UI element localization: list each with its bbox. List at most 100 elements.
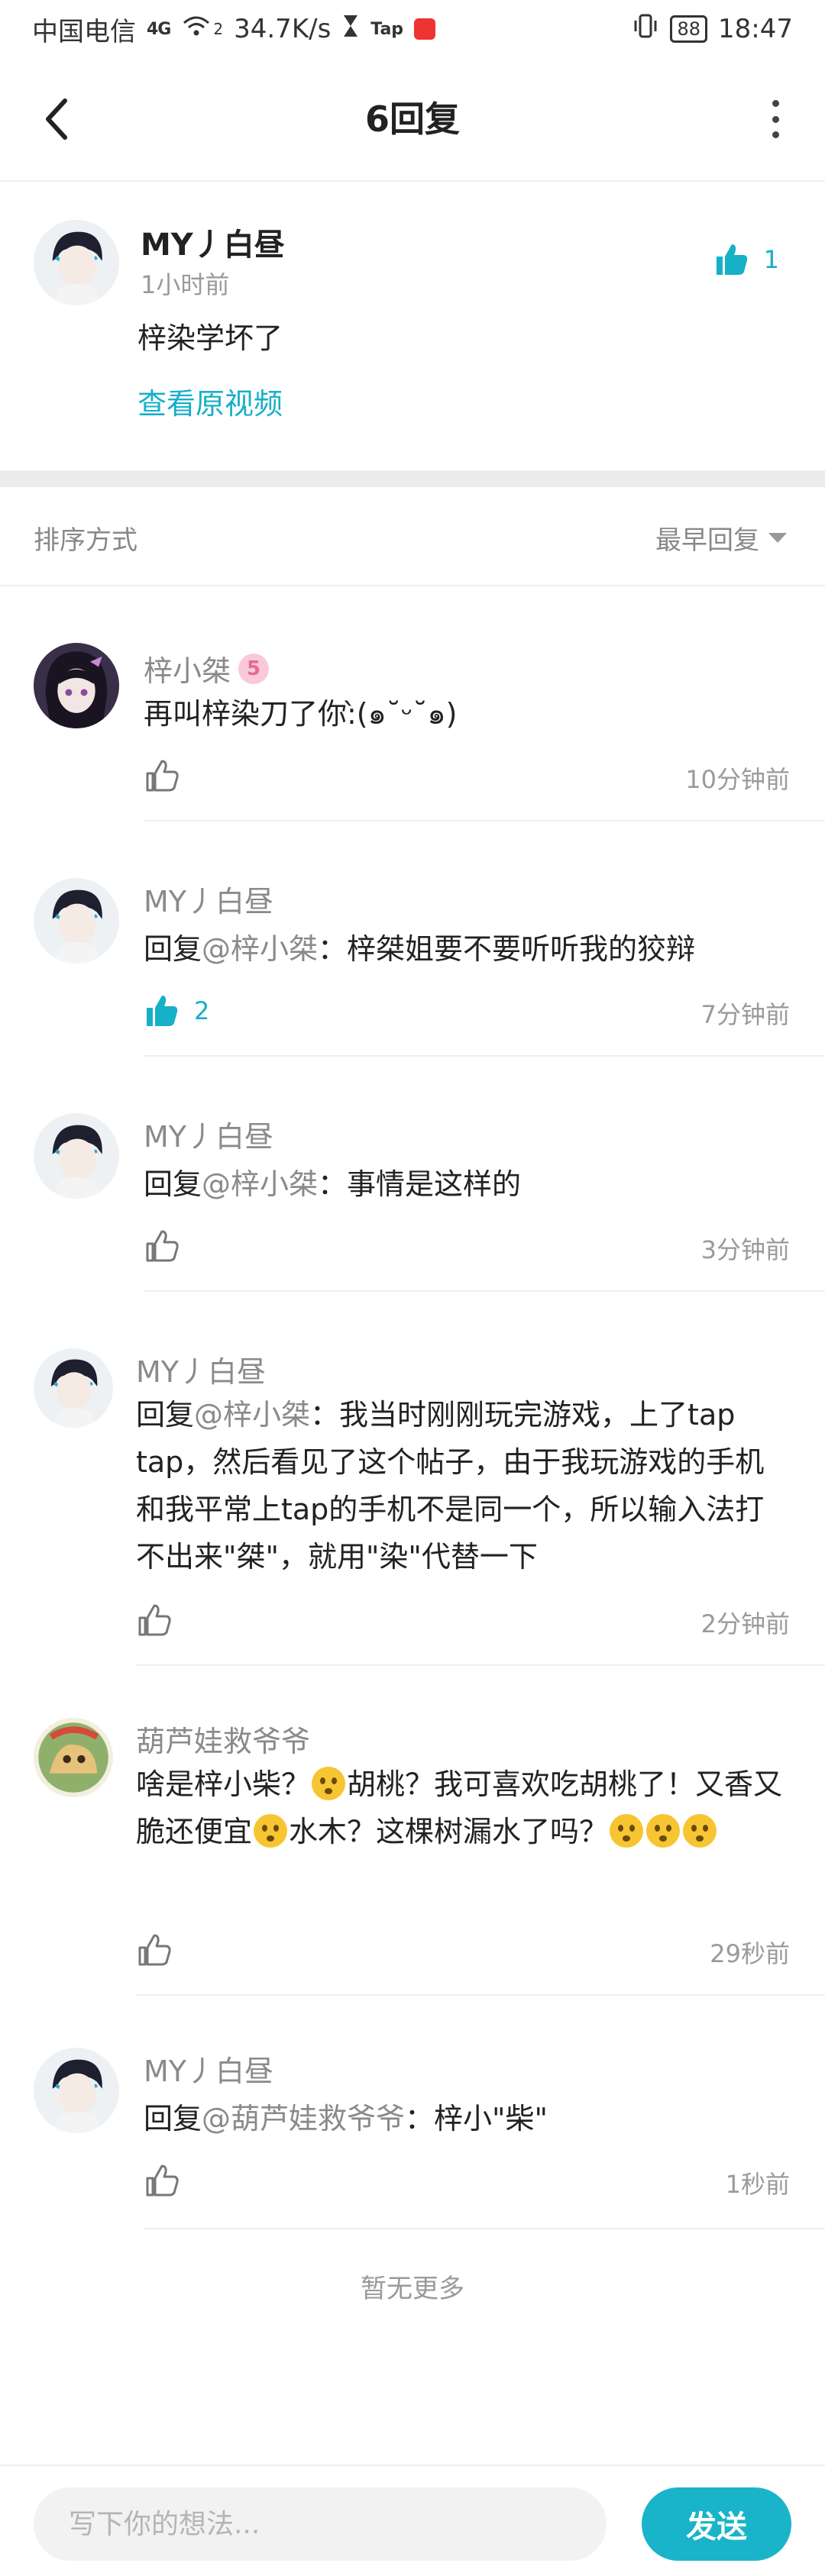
sort-value: 最早回复 xyxy=(655,525,759,556)
sort-label: 排序方式 xyxy=(34,525,138,556)
avatar[interactable] xyxy=(34,1718,113,1797)
reply-prefix: 回复 xyxy=(144,1167,202,1201)
like-button[interactable] xyxy=(144,757,180,794)
comment-text: 梓染学坏了 xyxy=(138,321,283,355)
kissing-face-icon xyxy=(683,1814,717,1848)
reply-item: MY丿白昼 回复@梓小桀：梓桀姐要不要听听我的狡辩 2 7分钟前 xyxy=(0,878,825,1057)
reply-content: 梓桀姐要不要听听我的狡辩 xyxy=(347,932,696,966)
vibrate-icon xyxy=(632,13,659,46)
thumbs-up-icon xyxy=(146,2164,179,2197)
avatar-anime-girl-icon xyxy=(34,643,119,728)
reply-time: 1秒前 xyxy=(725,2170,790,2199)
divider xyxy=(136,1664,825,1666)
divider xyxy=(144,820,825,822)
author-name[interactable]: MY丿白昼 xyxy=(141,220,285,264)
reply-separator: ： xyxy=(310,1398,340,1432)
avatar-cartoon-icon xyxy=(34,1718,113,1797)
level-badge: 5 xyxy=(238,653,270,684)
clock: 18:47 xyxy=(718,14,793,44)
reply-text: 啥是梓小柴？ 胡桃？我可喜欢吃胡桃了！又香又脆还便宜 水木？这棵树漏水了吗？ xyxy=(136,1761,793,1855)
reply-time: 29秒前 xyxy=(710,1939,790,1968)
network-speed: 34.7K/s xyxy=(234,14,332,44)
avatar-anime-boy-icon xyxy=(34,2048,119,2133)
kissing-face-icon xyxy=(610,1814,644,1848)
divider xyxy=(144,1055,825,1057)
sort-bar: 排序方式 最早回复 xyxy=(0,487,825,586)
more-dot xyxy=(772,131,779,138)
mention-link[interactable]: @梓小桀 xyxy=(202,1167,318,1201)
like-button[interactable] xyxy=(144,2162,180,2199)
avatar-anime-boy-icon xyxy=(34,1113,119,1199)
reply-time: 2分钟前 xyxy=(700,1609,790,1638)
comment-bar: 发送 xyxy=(0,2465,825,2576)
avatar-anime-boy-icon xyxy=(34,878,119,964)
reply-item: 梓小桀 5 再叫梓染刀了你:̀(๑˘ᵕ˘๑) 10分钟前 xyxy=(0,643,825,822)
chevron-down-icon xyxy=(768,533,787,543)
wifi-label: 2 xyxy=(213,20,224,38)
more-button[interactable] xyxy=(764,100,787,138)
reply-prefix: 回复 xyxy=(144,2102,202,2135)
reply-text: 回复@梓小桀：事情是这样的 xyxy=(144,1160,801,1208)
like-button[interactable] xyxy=(136,1602,173,1638)
battery-icon: 88 xyxy=(670,15,708,43)
network-signal-icon: 4G xyxy=(147,19,171,39)
header: 6回复 xyxy=(0,58,825,182)
reply-item: MY丿白昼 回复@梓小桀：事情是这样的 3分钟前 xyxy=(0,1113,825,1292)
reply-time: 10分钟前 xyxy=(685,765,790,794)
like-button[interactable]: 2 xyxy=(144,993,209,1029)
like-count: 1 xyxy=(763,245,779,274)
mention-link[interactable]: @葫芦娃救爷爷 xyxy=(202,2102,405,2135)
mention-link[interactable]: @梓小桀 xyxy=(202,932,318,966)
avatar-anime-boy-icon xyxy=(34,1348,113,1428)
reply-content-part: 水木？这棵树漏水了吗？ xyxy=(289,1815,609,1848)
view-original-video-link[interactable]: 查看原视频 xyxy=(138,380,283,422)
avatar[interactable] xyxy=(34,2048,119,2133)
like-button[interactable]: 1 xyxy=(713,241,779,278)
flushed-face-icon xyxy=(312,1767,346,1800)
author-name[interactable]: MY丿白昼 xyxy=(144,878,273,920)
thumbs-up-icon xyxy=(138,1934,171,1966)
author-name[interactable]: 葫芦娃救爷爷 xyxy=(136,1718,310,1760)
reply-text: 再叫梓染刀了你:̀(๑˘ᵕ˘๑) xyxy=(144,690,801,738)
status-bar: 中国电信 4G 2 34.7K/s Tap 88 18:47 xyxy=(0,0,825,58)
thumbs-up-icon xyxy=(146,1230,179,1262)
reply-item: MY丿白昼 回复@梓小桀：我当时刚刚玩完游戏，上了tap tap，然后看见了这个… xyxy=(0,1348,825,1669)
reply-item: MY丿白昼 回复@葫芦娃救爷爷：梓小"柴" 1秒前 xyxy=(0,2048,825,2231)
thumbs-up-icon xyxy=(146,760,179,792)
avatar[interactable] xyxy=(34,1113,119,1199)
thumbs-up-filled-icon xyxy=(716,244,747,275)
tap-label: Tap xyxy=(370,19,404,39)
sort-dropdown[interactable]: 最早回复 xyxy=(655,519,787,557)
reply-text: 回复@梓小桀：我当时刚刚玩完游戏，上了tap tap，然后看见了这个帖子，由于我… xyxy=(136,1391,793,1580)
author-name[interactable]: MY丿白昼 xyxy=(144,1113,273,1155)
send-button[interactable]: 发送 xyxy=(642,2487,791,2561)
reply-separator: ： xyxy=(405,2102,435,2135)
reply-text: 回复@梓小桀：梓桀姐要不要听听我的狡辩 xyxy=(144,925,801,973)
reply-content: 梓小"柴" xyxy=(434,2102,548,2135)
avatar[interactable] xyxy=(34,220,119,305)
avatar-anime-boy-icon xyxy=(34,220,119,305)
avatar[interactable] xyxy=(34,878,119,964)
avatar[interactable] xyxy=(34,643,119,728)
reply-separator: ： xyxy=(318,1167,348,1201)
like-button[interactable] xyxy=(136,1932,173,1968)
no-more-label: 暂无更多 xyxy=(361,2274,464,2304)
like-button[interactable] xyxy=(144,1228,180,1264)
divider xyxy=(136,1994,825,1996)
more-vertical-icon xyxy=(772,100,779,107)
reply-author[interactable]: 梓小桀 5 xyxy=(144,647,270,689)
mention-link[interactable]: @梓小桀 xyxy=(194,1398,310,1432)
author-name[interactable]: MY丿白昼 xyxy=(144,2048,273,2090)
comment-input[interactable] xyxy=(34,2487,607,2561)
avatar[interactable] xyxy=(34,1348,113,1428)
reply-content: 事情是这样的 xyxy=(347,1167,522,1201)
author-name[interactable]: MY丿白昼 xyxy=(136,1348,266,1390)
reply-item: 葫芦娃救爷爷 啥是梓小柴？ 胡桃？我可喜欢吃胡桃了！又香又脆还便宜 水木？这棵树漏水… xyxy=(0,1718,825,2000)
original-comment: MY丿白昼 1小时前 梓染学坏了 查看原视频 1 xyxy=(0,180,825,470)
reply-content: 再叫梓染刀了你:̀(๑˘ᵕ˘๑) xyxy=(144,697,458,731)
author-name: 梓小桀 xyxy=(144,654,231,688)
like-count: 2 xyxy=(194,996,210,1025)
status-right: 88 18:47 xyxy=(632,13,793,46)
more-dot xyxy=(772,115,779,123)
reply-prefix: 回复 xyxy=(144,932,202,966)
